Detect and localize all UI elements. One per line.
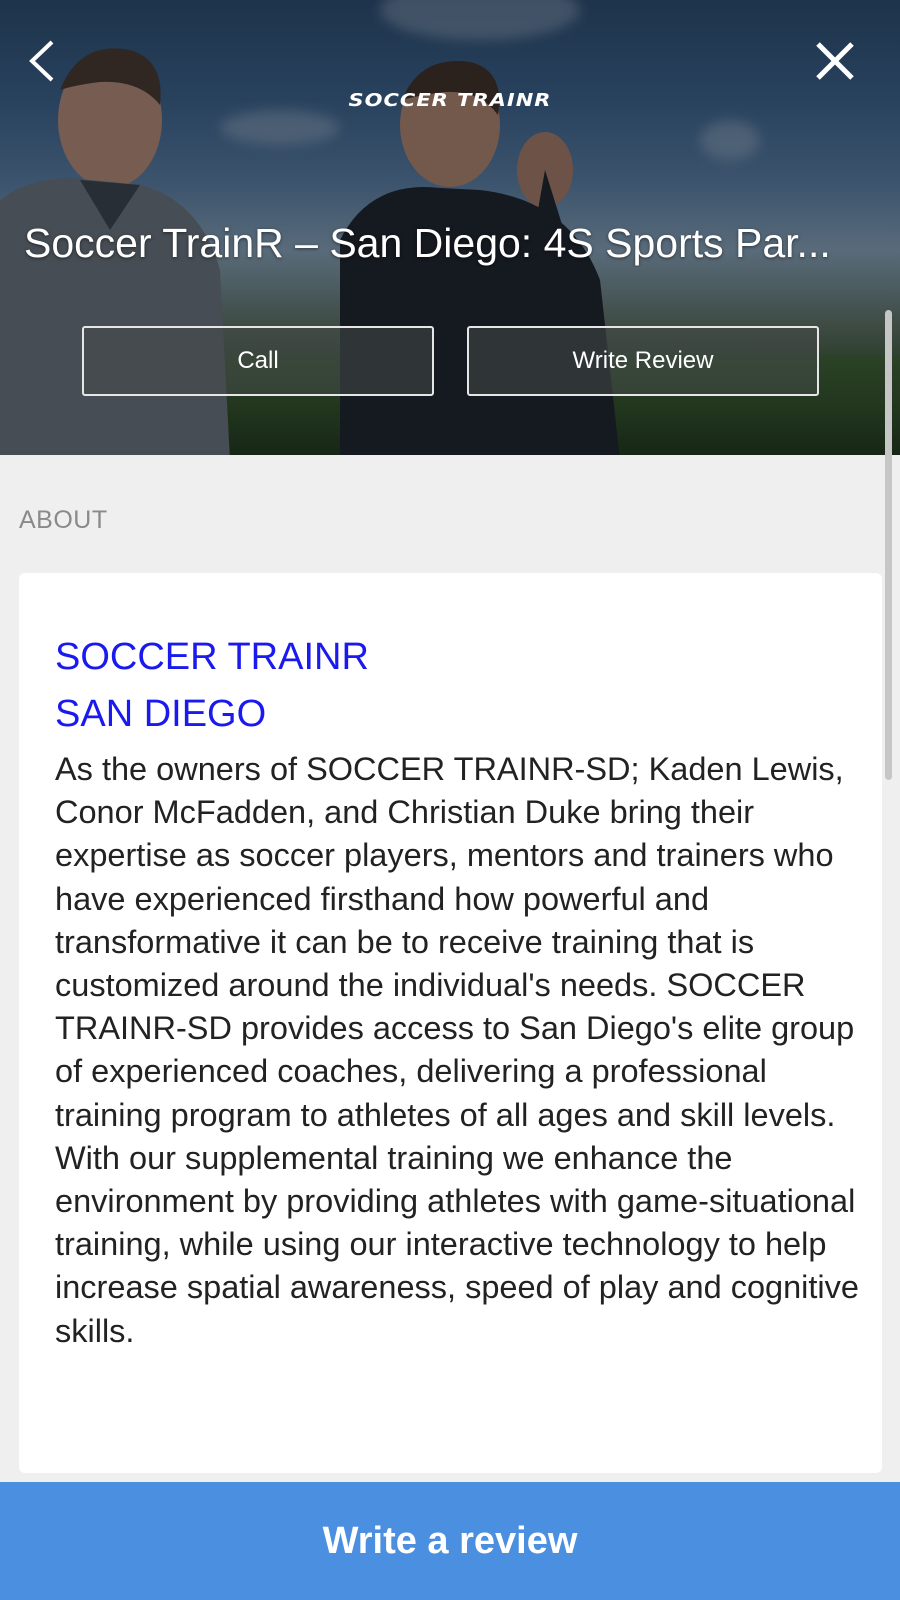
about-heading-line1: SOCCER TRAINR <box>55 636 369 678</box>
brand-logo: SOCCER TRAINR <box>348 89 552 111</box>
close-icon[interactable] <box>810 36 860 86</box>
about-heading-line2: SAN DIEGO <box>55 693 267 735</box>
call-button[interactable]: Call <box>82 326 434 396</box>
page-title: Soccer TrainR – San Diego: 4S Sports Par… <box>24 220 831 266</box>
write-review-button[interactable]: Write Review <box>467 326 819 396</box>
about-heading: SOCCER TRAINR SAN DIEGO <box>55 629 369 743</box>
hero-banner: SOCCER TRAINR Soccer TrainR – San Diego:… <box>0 0 900 455</box>
about-card: SOCCER TRAINR SAN DIEGO As the owners of… <box>19 573 882 1473</box>
chevron-left-icon[interactable] <box>22 36 62 86</box>
about-description: As the owners of SOCCER TRAINR-SD; Kaden… <box>55 751 859 1349</box>
scrollbar[interactable] <box>885 310 892 780</box>
write-a-review-button[interactable]: Write a review <box>0 1482 900 1600</box>
about-section-label: ABOUT <box>19 506 108 534</box>
